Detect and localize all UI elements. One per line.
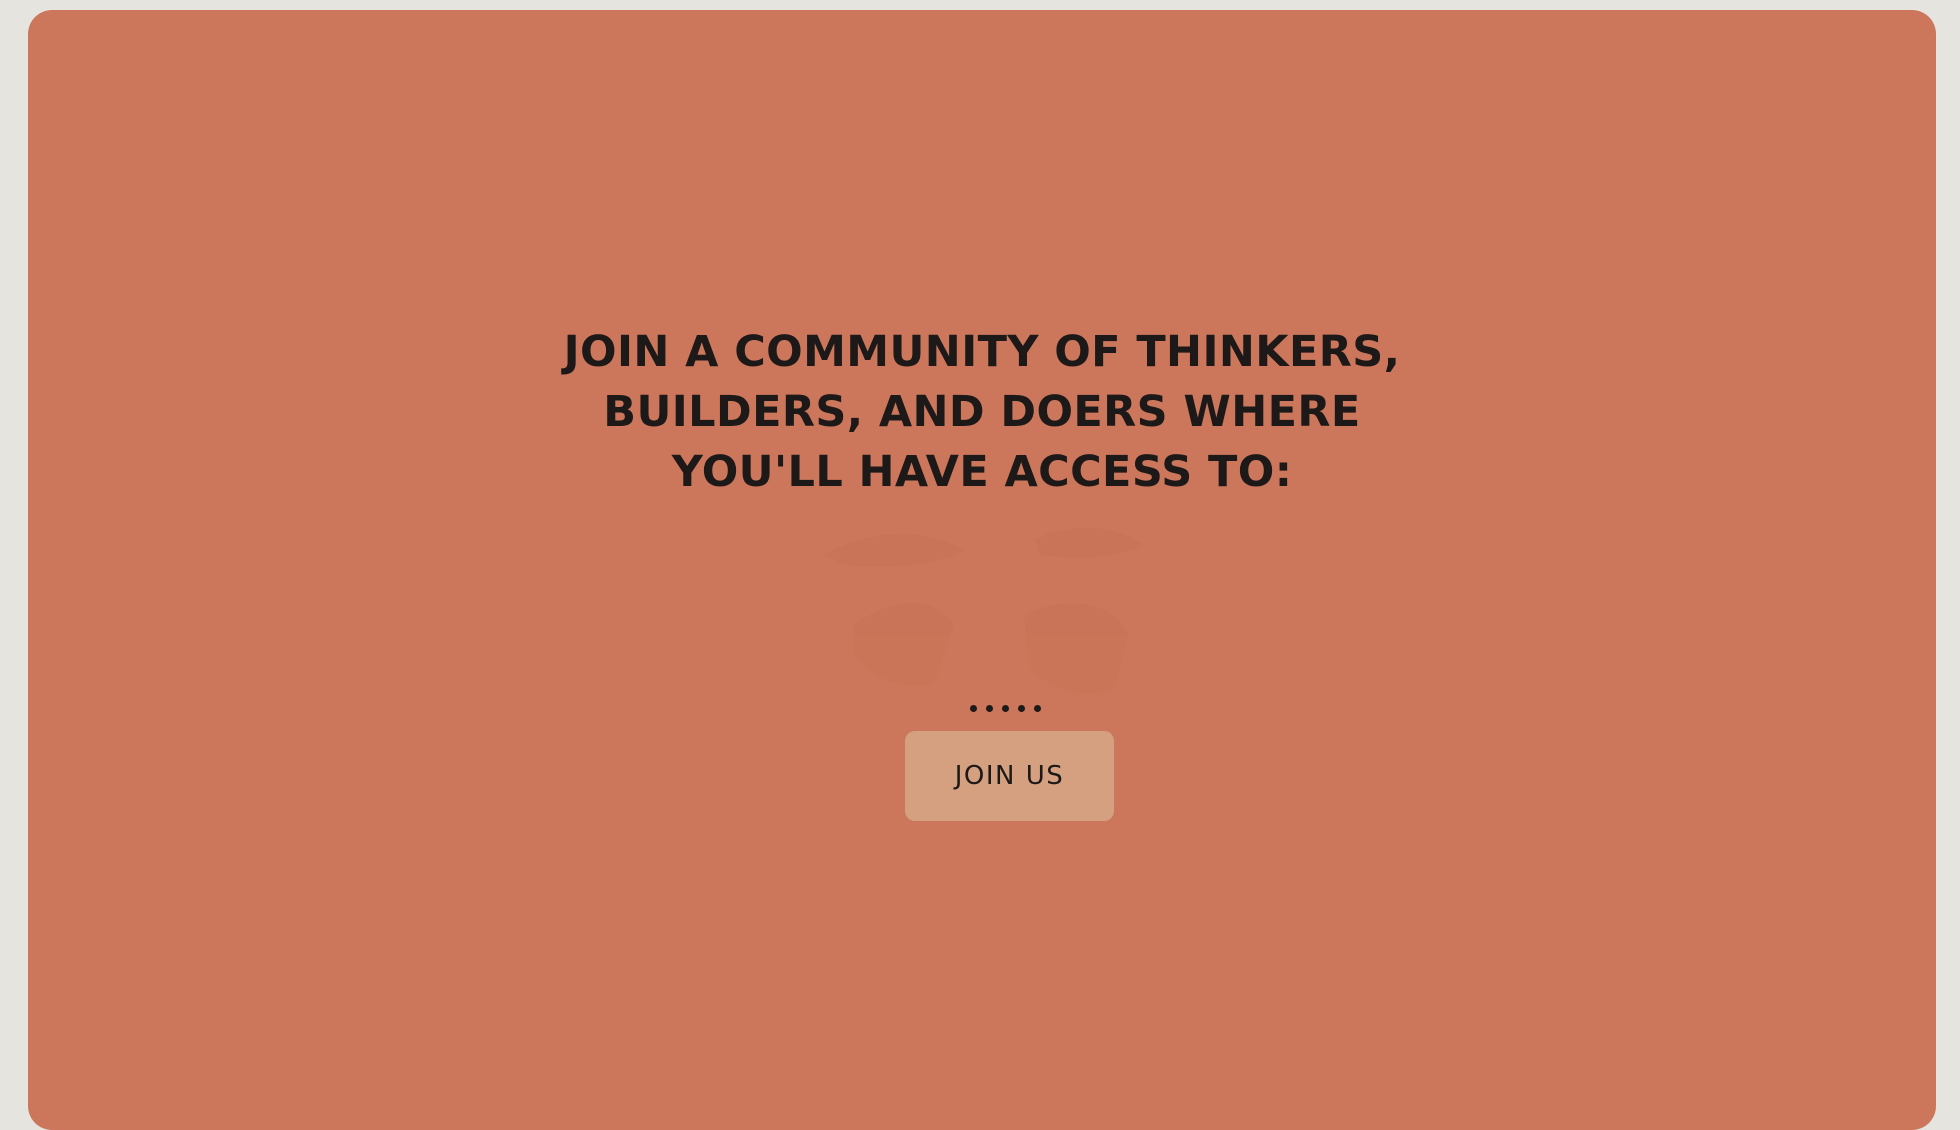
carousel-dot[interactable]: [970, 705, 977, 712]
headline-line-3: YOU'LL HAVE ACCESS TO:: [671, 447, 1293, 497]
carousel-dot[interactable]: [1018, 705, 1025, 712]
headline-line-2: BUILDERS, AND DOERS WHERE: [603, 387, 1361, 437]
carousel-dot[interactable]: [1034, 705, 1041, 712]
carousel-dots: [970, 705, 1041, 712]
carousel-dot[interactable]: [986, 705, 993, 712]
headline-line-1: JOIN A COMMUNITY OF THINKERS,: [563, 327, 1401, 377]
headline: JOIN A COMMUNITY OF THINKERS, BUILDERS, …: [28, 322, 1936, 502]
carousel-dot[interactable]: [1002, 705, 1009, 712]
join-us-button[interactable]: JOIN US: [905, 731, 1114, 821]
cta-card: JOIN A COMMUNITY OF THINKERS, BUILDERS, …: [28, 10, 1936, 1130]
faded-background-graphic: [824, 527, 1144, 694]
